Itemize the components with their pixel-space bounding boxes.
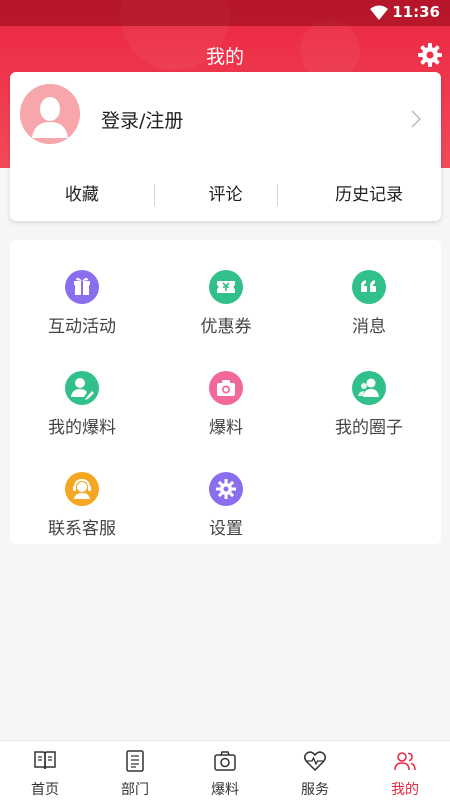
nav-label: 首页	[31, 782, 59, 798]
my-page-screen: 11:36 我的 登录/注册 收藏 评论 历史记录 互动活动 优惠券 消息 我的…	[0, 0, 450, 800]
login-register-link[interactable]: 登录/注册	[101, 106, 183, 133]
heart-pulse-icon	[304, 751, 326, 772]
group-icon	[352, 371, 386, 405]
menu-label: 优惠券	[200, 317, 252, 337]
tab-favorites[interactable]: 收藏	[10, 180, 154, 210]
menu-label: 设置	[209, 519, 243, 539]
nav-label: 爆料	[211, 782, 239, 798]
avatar[interactable]	[20, 84, 80, 144]
settings-icon	[209, 472, 243, 506]
people-icon	[394, 752, 416, 771]
nav-label: 我的	[391, 782, 419, 798]
menu-label: 爆料	[209, 418, 243, 438]
menu-item-my-reports[interactable]: 我的爆料	[10, 341, 154, 438]
nav-departments[interactable]: 部门	[90, 741, 180, 800]
nav-services[interactable]: 服务	[270, 741, 360, 800]
nav-label: 服务	[301, 782, 329, 798]
nav-mine[interactable]: 我的	[360, 741, 450, 800]
status-time: 11:36	[392, 3, 440, 21]
menu-item-settings[interactable]: 设置	[154, 442, 298, 539]
nav-home[interactable]: 首页	[0, 741, 90, 800]
book-icon	[34, 751, 56, 770]
menu-label: 消息	[352, 317, 386, 337]
status-bar: 11:36	[0, 0, 450, 26]
camera-icon	[214, 751, 236, 771]
menu-label: 我的圈子	[335, 418, 403, 438]
tab-divider	[154, 184, 155, 206]
menu-label: 联系客服	[48, 519, 116, 539]
menu-item-coupons[interactable]: 优惠券	[154, 240, 298, 337]
user-edit-icon	[65, 371, 99, 405]
menu-item-activities[interactable]: 互动活动	[10, 240, 154, 337]
gear-icon[interactable]	[417, 42, 443, 68]
tab-comments[interactable]: 评论	[154, 180, 298, 210]
gift-icon	[65, 270, 99, 304]
menu-label: 互动活动	[48, 317, 116, 337]
document-icon	[126, 750, 144, 772]
page-title: 我的	[205, 46, 244, 68]
avatar-placeholder-icon	[20, 84, 80, 144]
nav-label: 部门	[121, 782, 149, 798]
user-tabs: 收藏 评论 历史记录	[10, 180, 441, 210]
menu-label: 我的爆料	[48, 418, 116, 438]
wifi-icon	[370, 5, 388, 20]
menu-item-my-circles[interactable]: 我的圈子	[297, 341, 441, 438]
ticket-icon	[209, 270, 243, 304]
bottom-nav: 首页 部门 爆料 服务 我的	[0, 740, 450, 800]
menu-item-report[interactable]: 爆料	[154, 341, 298, 438]
headset-icon	[65, 472, 99, 506]
tab-divider	[277, 184, 278, 206]
tab-history[interactable]: 历史记录	[297, 180, 441, 210]
chevron-right-icon[interactable]	[411, 110, 421, 128]
camera-icon	[209, 371, 243, 405]
user-card: 登录/注册 收藏 评论 历史记录	[10, 72, 441, 221]
nav-report[interactable]: 爆料	[180, 741, 270, 800]
menu-item-customer-service[interactable]: 联系客服	[10, 442, 154, 539]
menu-item-messages[interactable]: 消息	[297, 240, 441, 337]
quote-icon	[352, 270, 386, 304]
function-menu: 互动活动 优惠券 消息 我的爆料 爆料 我的圈子 联系客服 设置	[10, 240, 441, 544]
